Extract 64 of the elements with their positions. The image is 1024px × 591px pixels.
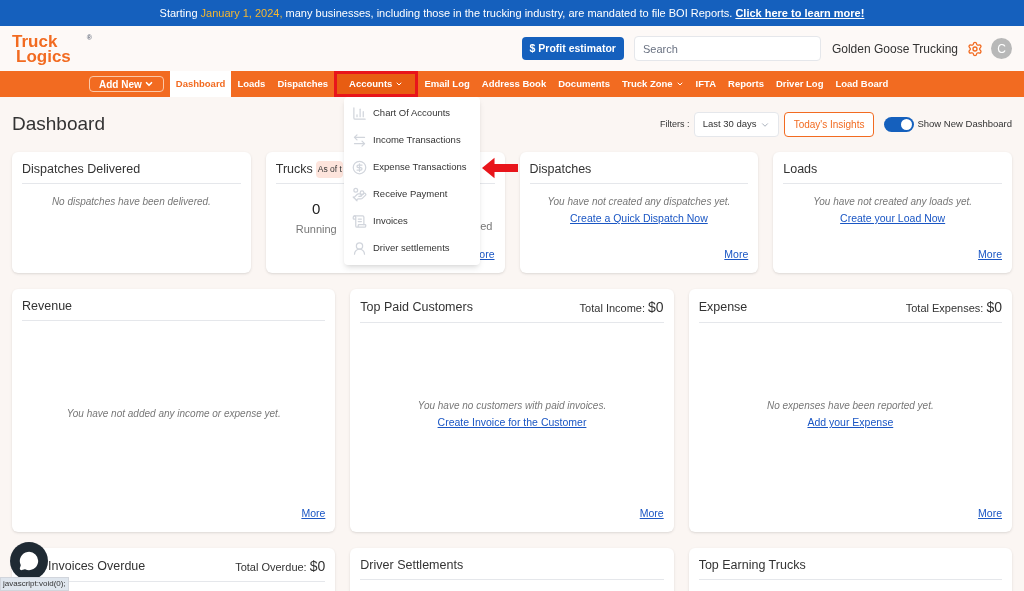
card-title: Dispatches (529, 161, 592, 179)
hand-coin-icon (352, 187, 367, 202)
search-field[interactable]: Search (633, 36, 821, 61)
empty-message: You have not added any income or expense yet. (66, 407, 281, 422)
empty-message: No dispatches have been delivered. (51, 195, 211, 209)
card-title: Trucks (275, 161, 313, 179)
date-range-select[interactable]: Last 30 days (693, 112, 779, 137)
person-icon (352, 241, 367, 256)
menu-item[interactable]: Receive Payment (344, 181, 480, 208)
page-title: Dashboard (12, 112, 105, 137)
chevron-icon (143, 79, 154, 89)
card-title: Top Paid Customers (360, 299, 473, 317)
empty-message: You have no customers with paid invoices. (417, 399, 607, 414)
card-title: Revenue (22, 298, 73, 316)
card-title: Loads (783, 161, 818, 179)
create-link[interactable]: Create a Quick Dispatch Now (570, 211, 708, 227)
bar-chart-icon (352, 106, 367, 121)
more-link[interactable]: More (639, 506, 664, 522)
profit-estimator-button[interactable]: $ Profit estimator (521, 37, 624, 60)
card-title: Invoices Overdue (48, 558, 146, 576)
create-link[interactable]: Add your Expense (807, 415, 894, 431)
document-icon (352, 214, 367, 229)
card-title: Driver Settlements (360, 557, 464, 575)
menu-item[interactable]: Invoices (344, 208, 480, 235)
nav-tab[interactable]: Dashboard (169, 71, 232, 97)
menu-item[interactable]: Driver settlements (344, 235, 480, 262)
empty-message: You have not created any dispatches yet. (547, 195, 731, 209)
more-link[interactable]: More (724, 247, 749, 263)
empty-message: You have not created any loads yet. (813, 195, 973, 209)
more-link[interactable]: More (978, 247, 1002, 263)
card-title: Expense (698, 299, 748, 317)
insights-button[interactable]: Today's Insights (783, 112, 875, 137)
card-title: Dispatches Delivered (22, 161, 141, 179)
stat-label: Running (295, 221, 337, 237)
empty-message: No expenses have been reported yet. (766, 399, 934, 414)
nav-tab[interactable]: Accounts (334, 71, 419, 97)
settings-icon[interactable] (967, 40, 983, 57)
more-link[interactable]: ore (479, 247, 495, 263)
create-link[interactable]: Create Invoice for the Customer (437, 415, 587, 431)
filters-label: Filters : (660, 117, 690, 131)
card-title: Top Earning Trucks (698, 557, 806, 575)
learn-more-link[interactable]: Click here to learn more! (735, 6, 865, 19)
chat-button[interactable] (10, 542, 48, 580)
more-link[interactable]: More (301, 506, 326, 522)
card-total: Total Income: $0 (579, 298, 664, 317)
stat-value: 0 (312, 199, 321, 219)
toggle-label: Show New Dashboard (917, 117, 1012, 132)
create-link[interactable]: Create your Load Now (840, 211, 946, 227)
stat-label: ed (480, 219, 493, 234)
menu-item[interactable]: Chart Of Accounts (344, 100, 480, 127)
status-tooltip: javascript:void(0); (0, 577, 69, 591)
company-name: Golden Goose Trucking (831, 40, 958, 58)
toggle-switch[interactable] (884, 117, 915, 132)
exchange-icon (352, 133, 367, 148)
card-total: Total Overdue: $0 (235, 557, 326, 576)
more-link[interactable]: More (978, 506, 1002, 522)
card-total: Total Expenses: $0 (905, 298, 1002, 317)
arrow-icon (482, 155, 518, 181)
date-badge: As of t (315, 161, 343, 178)
menu-item[interactable]: Income Transactions (344, 127, 480, 154)
menu-item[interactable]: Expense Transactions (344, 154, 480, 181)
announcement-text: Starting January 1, 2024, many businesses, including those in the trucking industry, are mandated to file BOI Reports. Click here to learn more! (159, 5, 865, 21)
coin-icon (352, 160, 367, 175)
chat-icon (19, 551, 39, 571)
